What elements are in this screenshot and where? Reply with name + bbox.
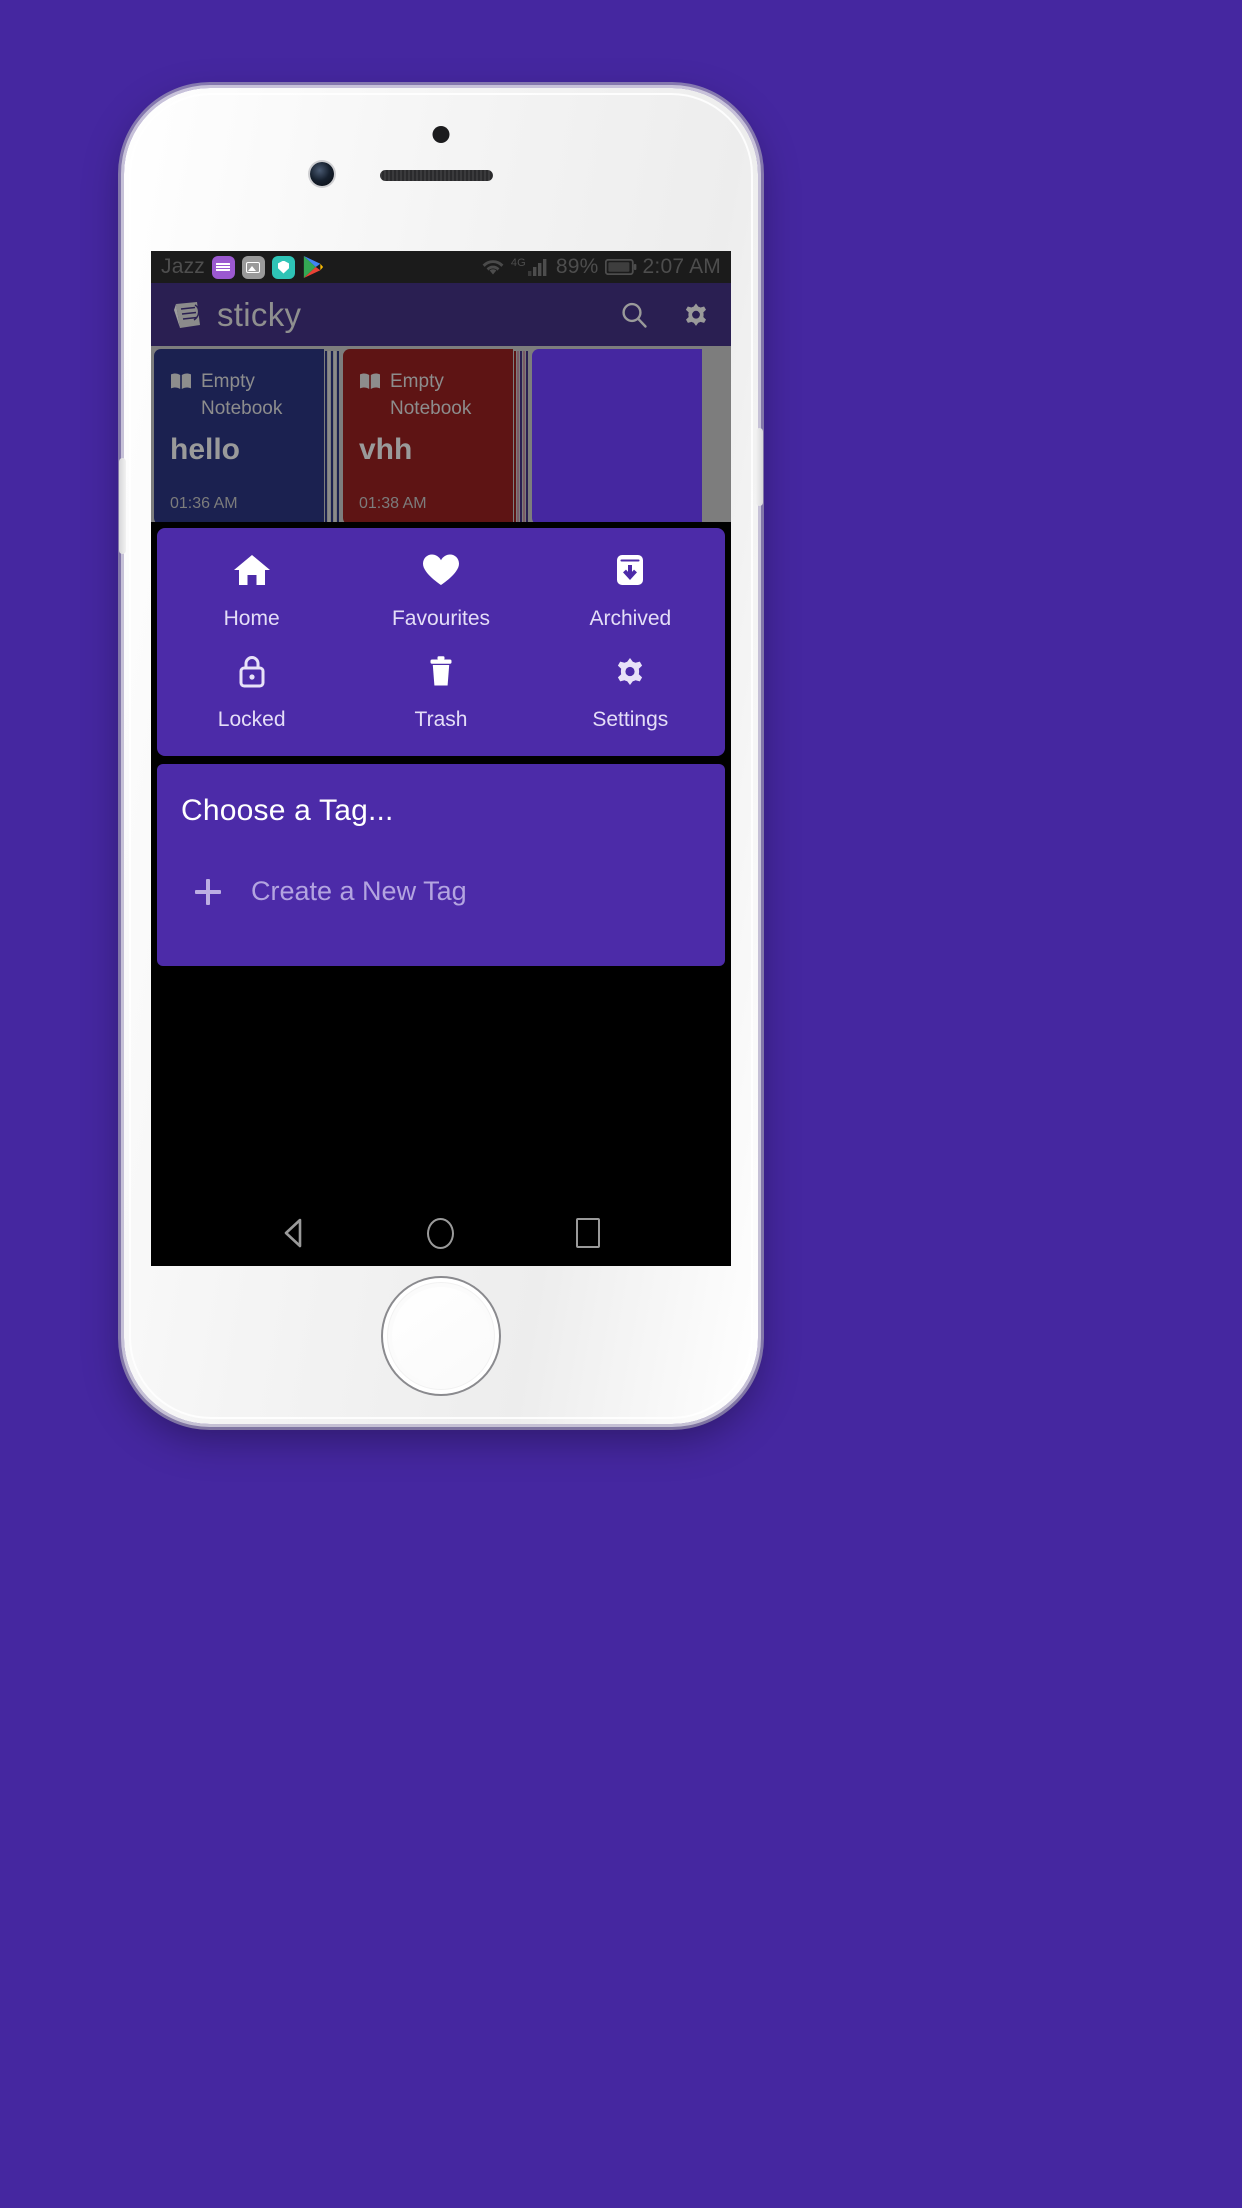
create-new-tag-label: Create a New Tag <box>251 876 467 906</box>
plus-icon <box>195 878 221 905</box>
archive-icon <box>610 550 650 590</box>
carrier-label: Jazz <box>161 255 205 278</box>
phone-mockup-frame: Jazz 4G 89% 2:07 AM sticky Empty Noteboo… <box>119 88 763 1424</box>
play-store-icon <box>302 255 324 279</box>
book-icon <box>170 372 192 390</box>
home-circle-icon[interactable] <box>424 1216 458 1250</box>
menu-item-locked[interactable]: Locked <box>157 651 346 732</box>
note-timestamp: 01:38 AM <box>359 495 427 512</box>
tag-panel: Choose a Tag... Create a New Tag <box>157 764 725 966</box>
note-card[interactable]: Empty Notebook vhh 01:38 AM <box>343 349 529 522</box>
network-type-label: 4G <box>510 257 526 269</box>
menu-item-label: Archived <box>589 607 672 630</box>
note-card-peek[interactable] <box>532 349 718 522</box>
shield-icon <box>271 255 295 279</box>
menu-item-label: Locked <box>217 708 286 731</box>
sticky-note-logo-icon <box>171 298 205 332</box>
wifi-icon <box>481 258 505 276</box>
notes-carousel[interactable]: Empty Notebook hello 01:36 AM Empty Note… <box>151 346 731 522</box>
phone-volume-button[interactable] <box>119 458 126 554</box>
note-notebook-label: Empty Notebook <box>390 371 472 419</box>
status-bar-left: Jazz <box>161 255 324 279</box>
home-icon <box>232 550 272 590</box>
menu-item-trash[interactable]: Trash <box>346 651 535 732</box>
heart-icon <box>421 550 461 590</box>
note-page-edges <box>324 351 340 522</box>
keyboard-icon <box>211 255 235 279</box>
menu-grid: Home Favourites Archived Locked Trash Se… <box>157 550 725 732</box>
phone-power-button[interactable] <box>756 428 763 506</box>
gear-icon <box>610 651 650 691</box>
earpiece-speaker <box>380 170 493 181</box>
app-bar-actions <box>619 300 711 330</box>
status-bar-right: 4G 89% 2:07 AM <box>481 255 721 279</box>
menu-item-settings[interactable]: Settings <box>536 651 725 732</box>
menu-panel: Home Favourites Archived Locked Trash Se… <box>157 528 725 756</box>
menu-item-archived[interactable]: Archived <box>536 550 725 631</box>
back-triangle-icon[interactable] <box>277 1216 311 1250</box>
battery-percent-label: 89% <box>555 255 599 278</box>
battery-icon <box>604 259 637 275</box>
menu-item-label: Favourites <box>391 607 491 630</box>
settings-gear-icon[interactable] <box>681 300 711 330</box>
signal-bars-icon <box>527 258 550 276</box>
clock-label: 2:07 AM <box>642 255 721 278</box>
note-notebook-label: Empty Notebook <box>201 371 283 419</box>
note-page-edges <box>513 351 529 522</box>
android-navigation-bar <box>151 1200 731 1266</box>
gallery-icon <box>241 255 265 279</box>
menu-item-label: Home <box>223 607 280 630</box>
page-title: sticky <box>217 295 302 333</box>
front-camera-icon <box>310 162 334 186</box>
menu-item-label: Trash <box>414 708 468 731</box>
note-title: hello <box>170 433 241 466</box>
phone-screen: Jazz 4G 89% 2:07 AM sticky Empty Noteboo… <box>151 251 731 1266</box>
menu-item-home[interactable]: Home <box>157 550 346 631</box>
note-card[interactable]: Empty Notebook hello 01:36 AM <box>154 349 340 522</box>
note-card-header: Empty Notebook <box>170 369 308 423</box>
note-title: vhh <box>359 433 413 466</box>
menu-item-label: Settings <box>592 708 669 731</box>
lock-icon <box>232 651 272 691</box>
app-bar: sticky <box>151 283 731 346</box>
proximity-sensor-dot <box>432 126 450 143</box>
phone-home-button[interactable] <box>387 1282 495 1390</box>
status-bar: Jazz 4G 89% 2:07 AM <box>151 251 731 283</box>
menu-item-favourites[interactable]: Favourites <box>346 550 535 631</box>
search-icon[interactable] <box>619 300 649 330</box>
create-new-tag-button[interactable]: Create a New Tag <box>181 876 701 907</box>
tag-panel-title: Choose a Tag... <box>181 794 394 827</box>
book-icon <box>359 372 381 390</box>
recents-square-icon[interactable] <box>571 1216 605 1250</box>
note-card-header: Empty Notebook <box>359 369 497 423</box>
trash-icon <box>421 651 461 691</box>
note-timestamp: 01:36 AM <box>170 495 238 512</box>
